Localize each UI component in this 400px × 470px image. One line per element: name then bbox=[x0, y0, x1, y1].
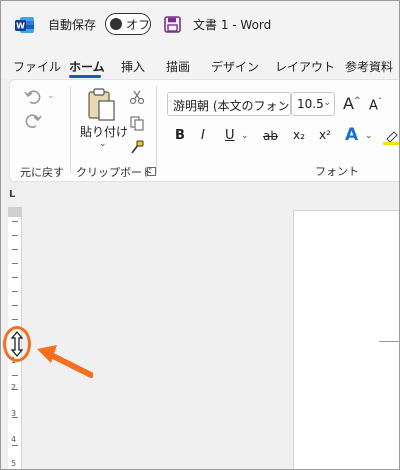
ruler-tick bbox=[12, 263, 18, 264]
font-size-value: 10.5 bbox=[297, 97, 324, 111]
tab-insert[interactable]: 挿入 bbox=[121, 58, 145, 75]
save-icon[interactable] bbox=[164, 16, 181, 33]
ruler-tick bbox=[12, 235, 18, 236]
document-page[interactable] bbox=[293, 210, 399, 469]
active-tab-indicator bbox=[69, 75, 101, 78]
undo-dropdown-icon[interactable]: ⌄ bbox=[47, 91, 55, 101]
paste-label[interactable]: 貼り付け bbox=[80, 123, 128, 140]
ruler-tick bbox=[12, 249, 18, 250]
chevron-down-icon: ⌄ bbox=[279, 98, 287, 108]
underline-dropdown-icon[interactable]: ⌄ bbox=[241, 131, 249, 141]
title-bar: W 自動保存 オフ 文書 1 - Word bbox=[1, 1, 399, 51]
copy-icon[interactable] bbox=[129, 115, 145, 131]
shrink-font-icon[interactable]: Aˇ bbox=[369, 97, 382, 113]
undo-group-label: 元に戻す bbox=[20, 166, 64, 179]
font-name-select[interactable]: 游明朝 (本文のフォン ⌄ bbox=[167, 92, 291, 116]
callout-arrow-icon bbox=[37, 345, 93, 378]
bold-button[interactable]: B bbox=[175, 128, 185, 143]
redo-icon[interactable] bbox=[23, 111, 43, 131]
svg-text:W: W bbox=[16, 22, 25, 31]
word-logo-icon: W bbox=[15, 17, 34, 33]
tab-file[interactable]: ファイル bbox=[13, 58, 61, 75]
format-painter-icon[interactable] bbox=[129, 139, 145, 155]
ruler-number: 4 bbox=[11, 435, 17, 444]
tab-layout[interactable]: レイアウト bbox=[275, 58, 335, 75]
group-divider bbox=[70, 86, 71, 174]
tab-draw[interactable]: 描画 bbox=[166, 58, 190, 75]
grow-font-icon[interactable]: A^ bbox=[343, 94, 361, 113]
ruler-tick bbox=[12, 375, 18, 376]
text-effects-button[interactable]: A bbox=[345, 125, 358, 145]
cut-icon[interactable] bbox=[129, 89, 145, 105]
ruler-tick bbox=[12, 221, 18, 222]
font-size-select[interactable]: 10.5 ⌄ bbox=[291, 92, 335, 116]
italic-button[interactable]: I bbox=[201, 128, 205, 143]
tab-references[interactable]: 参考資料 bbox=[345, 58, 393, 75]
autosave-label: 自動保存 bbox=[48, 18, 97, 32]
ruler-tick bbox=[12, 319, 18, 320]
superscript-button[interactable]: x² bbox=[319, 128, 331, 142]
ruler-tick bbox=[12, 305, 18, 306]
highlighter-icon[interactable] bbox=[383, 129, 399, 145]
clipboard-group-label: クリップボード bbox=[76, 166, 153, 179]
chevron-down-icon[interactable]: ⌄ bbox=[365, 131, 373, 141]
clipboard-launcher-icon[interactable] bbox=[147, 167, 156, 176]
ruler-tick bbox=[12, 291, 18, 292]
undo-icon[interactable] bbox=[23, 87, 43, 107]
paste-dropdown-icon[interactable]: ⌄ bbox=[99, 139, 107, 149]
autosave-state: オフ bbox=[126, 18, 151, 32]
word-window: W 自動保存 オフ 文書 1 - Word ファイル ホーム 挿入 描画 デザイ… bbox=[0, 0, 400, 470]
group-divider bbox=[156, 86, 157, 174]
strikethrough-button[interactable]: ab bbox=[263, 129, 278, 143]
ruler-tick bbox=[12, 277, 18, 278]
autosave-toggle[interactable]: オフ bbox=[105, 13, 151, 35]
tab-design[interactable]: デザイン bbox=[211, 58, 259, 75]
tab-home[interactable]: ホーム bbox=[69, 58, 105, 75]
ribbon-tabs: ファイル ホーム 挿入 描画 デザイン レイアウト 参考資料 bbox=[1, 51, 399, 79]
margin-marker bbox=[379, 341, 399, 342]
vertical-ruler-margin bbox=[8, 207, 22, 217]
paste-icon[interactable] bbox=[87, 87, 117, 123]
chevron-down-icon: ⌄ bbox=[323, 98, 331, 108]
underline-button[interactable]: U bbox=[225, 128, 235, 143]
document-title: 文書 1 - Word bbox=[193, 18, 272, 32]
font-name-value: 游明朝 (本文のフォン bbox=[173, 99, 290, 113]
font-group-label: フォント bbox=[315, 165, 359, 178]
ruler-tick bbox=[12, 445, 18, 446]
ruler-number: 2 bbox=[11, 383, 17, 392]
toggle-knob bbox=[110, 17, 122, 30]
ruler-number: 3 bbox=[11, 409, 17, 418]
subscript-button[interactable]: x₂ bbox=[293, 128, 305, 142]
ruler-number: 5 bbox=[11, 459, 17, 468]
highlight-circle bbox=[3, 326, 31, 362]
tab-selector-icon[interactable]: L bbox=[9, 189, 15, 200]
